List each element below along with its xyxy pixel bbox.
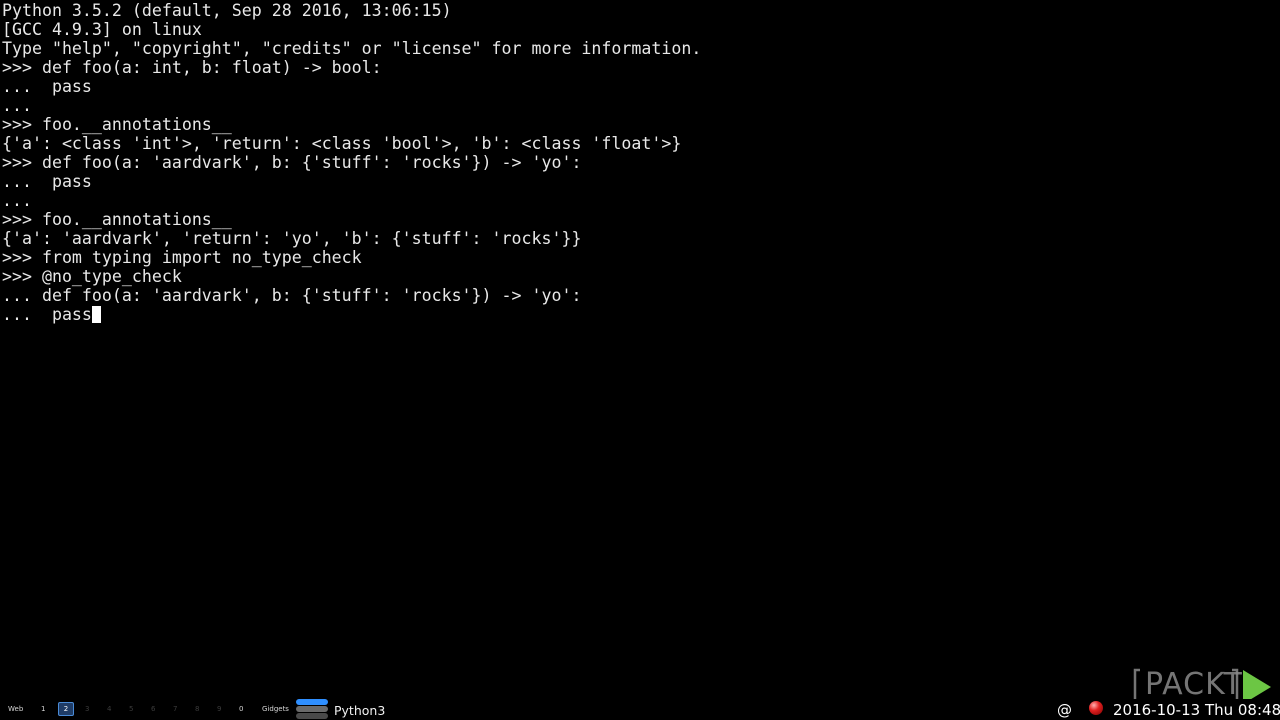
terminal-line: >>> def foo(a: int, b: float) -> bool: [2, 58, 382, 77]
workspace-1[interactable]: 1 [41, 705, 45, 713]
terminal-line: ... [2, 191, 32, 210]
terminal-window[interactable]: Python 3.5.2 (default, Sep 28 2016, 13:0… [2, 1, 1278, 691]
bottom-panel: Web 1 2 3 4 5 6 7 8 9 0 Gidgets Python3 … [0, 699, 1280, 720]
terminal-line: >>> foo.__annotations__ [2, 115, 232, 134]
terminal-line: {'a': <class 'int'>, 'return': <class 'b… [2, 134, 682, 153]
terminal-line: ... [2, 96, 32, 115]
tray-status-icon[interactable] [1089, 701, 1103, 715]
packt-logo-text: PACKT [1145, 667, 1243, 702]
workspace-gidgets[interactable]: Gidgets [262, 705, 289, 713]
terminal-line: ... pass [2, 77, 92, 96]
terminal-line: ... def foo(a: 'aardvark', b: {'stuff': … [2, 286, 582, 305]
workspace-8[interactable]: 8 [195, 705, 199, 713]
task-title-python3[interactable]: Python3 [334, 703, 385, 718]
terminal-line: ... pass [2, 172, 92, 191]
workspace-4[interactable]: 4 [107, 705, 111, 713]
terminal-line: Python 3.5.2 (default, Sep 28 2016, 13:0… [2, 1, 452, 20]
terminal-line: >>> @no_type_check [2, 267, 182, 286]
workspace-0[interactable]: 0 [239, 705, 243, 713]
text-cursor [91, 306, 101, 323]
workspace-9[interactable]: 9 [217, 705, 221, 713]
terminal-prompt-line[interactable]: ... pass [2, 305, 1278, 324]
clock[interactable]: 2016-10-13 Thu 08:48 [1113, 701, 1280, 719]
terminal-input-text: ... pass [2, 305, 92, 324]
workspace-7[interactable]: 7 [173, 705, 177, 713]
tray-at-icon[interactable]: @ [1057, 701, 1072, 719]
workspace-3[interactable]: 3 [85, 705, 89, 713]
terminal-line: {'a': 'aardvark', 'return': 'yo', 'b': {… [2, 229, 582, 248]
terminal-line: Type "help", "copyright", "credits" or "… [2, 39, 702, 58]
terminal-line: >>> def foo(a: 'aardvark', b: {'stuff': … [2, 153, 582, 172]
workspace-2-active[interactable]: 2 [58, 702, 74, 716]
terminal-line: [GCC 4.9.3] on linux [2, 20, 202, 39]
workspace-web[interactable]: Web [8, 705, 23, 713]
workspace-5[interactable]: 5 [129, 705, 133, 713]
task-stack-icon[interactable] [296, 699, 328, 720]
terminal-line: >>> from typing import no_type_check [2, 248, 362, 267]
terminal-line: >>> foo.__annotations__ [2, 210, 232, 229]
workspace-6[interactable]: 6 [151, 705, 155, 713]
